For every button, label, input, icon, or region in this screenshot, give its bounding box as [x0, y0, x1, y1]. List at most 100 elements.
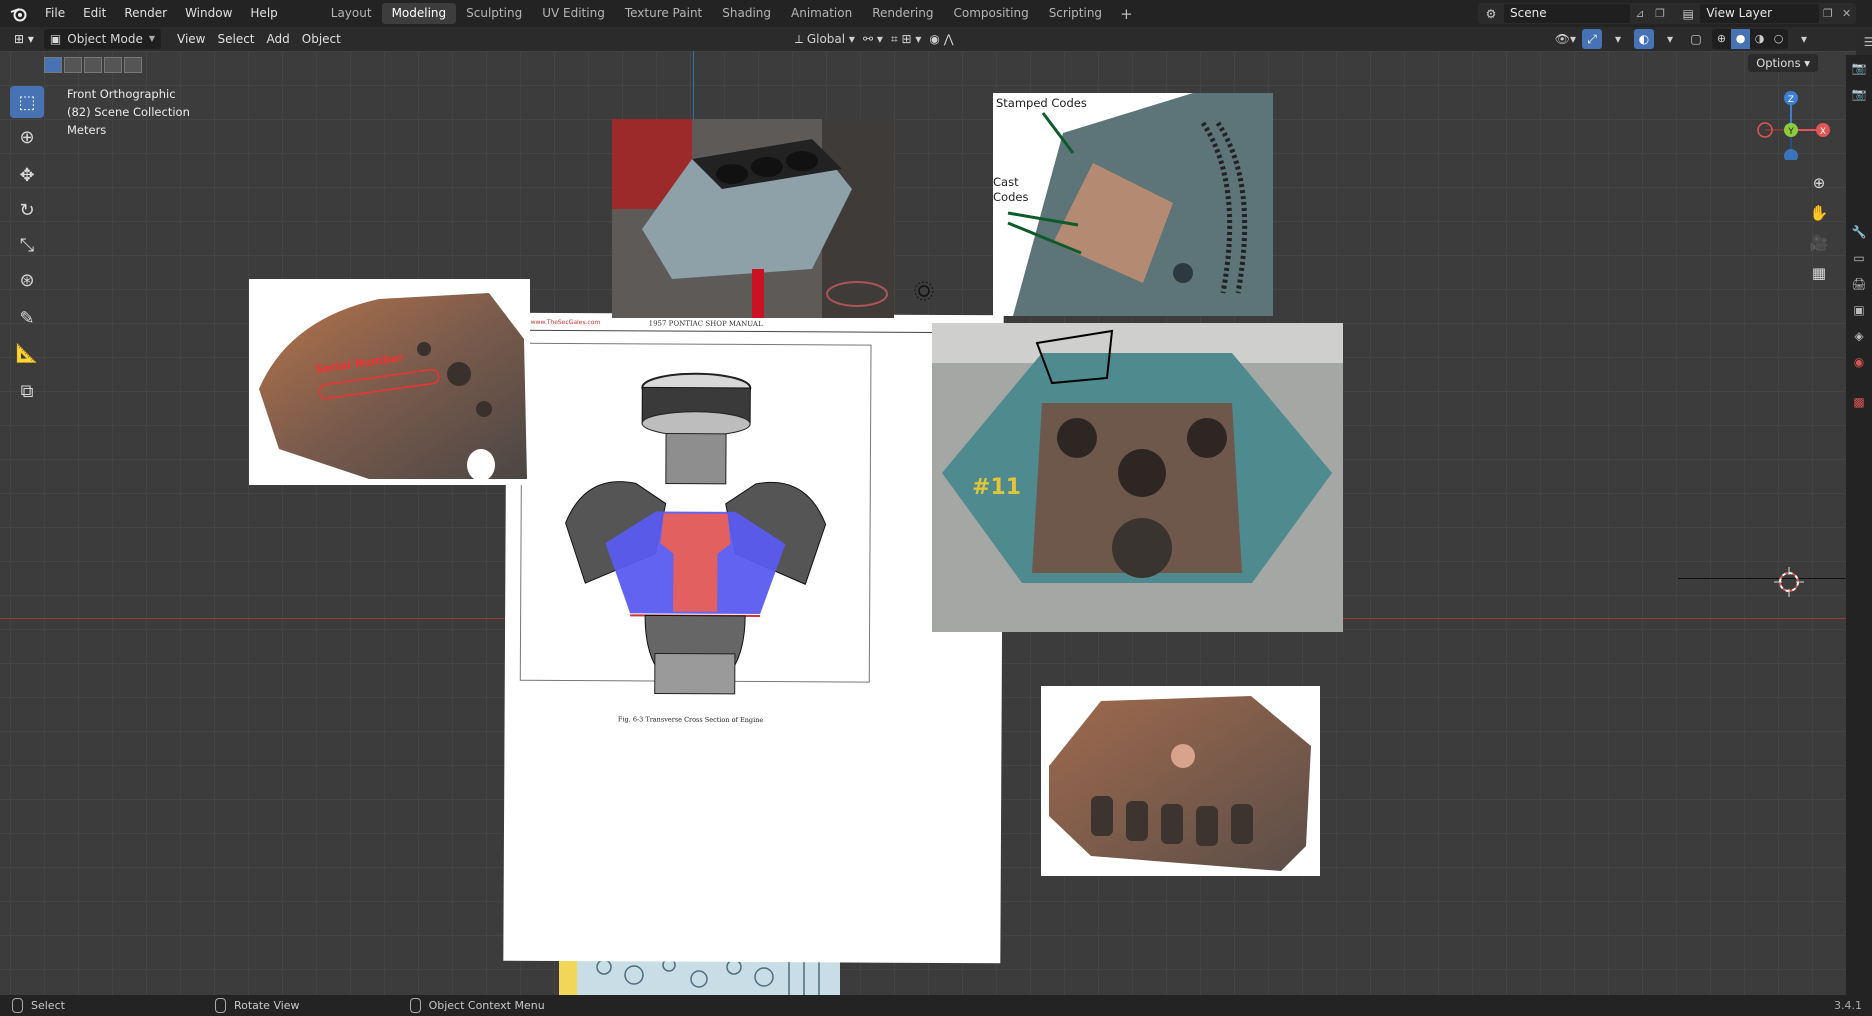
- move-icon[interactable]: ✥: [10, 159, 44, 191]
- reference-image-block-stand[interactable]: [612, 119, 894, 318]
- rotate-icon[interactable]: ↻: [10, 194, 44, 226]
- stamped-codes-label: Stamped Codes: [996, 96, 1087, 110]
- wireframe-shading-icon[interactable]: ⊕: [1712, 29, 1731, 49]
- rendered-shading-icon[interactable]: ○: [1769, 29, 1788, 49]
- options-dropdown[interactable]: Options ▾: [1748, 54, 1818, 72]
- gizmo-x-label: X: [1820, 127, 1826, 137]
- reference-image-rusty-side[interactable]: [1041, 686, 1320, 876]
- close-layer-icon[interactable]: ✕: [1837, 7, 1856, 20]
- menu-edit[interactable]: Edit: [74, 0, 115, 27]
- shading-dropdown-icon[interactable]: ▾: [1794, 29, 1814, 49]
- cast-label: Cast: [993, 175, 1019, 189]
- editor-type-button[interactable]: ⊞ ▾: [8, 29, 40, 49]
- scale-icon[interactable]: ⤡: [10, 229, 44, 261]
- zoom-icon[interactable]: ⊕: [1805, 169, 1833, 197]
- pin-icon[interactable]: ⊿: [1630, 7, 1650, 20]
- camera-output-icon[interactable]: 📷: [1846, 81, 1872, 107]
- view-layer-field[interactable]: View Layer: [1700, 4, 1819, 23]
- status-select-label: Select: [31, 999, 65, 1012]
- menu-render[interactable]: Render: [115, 0, 176, 27]
- tab-texture-paint[interactable]: Texture Paint: [615, 3, 712, 24]
- view-layer-props-icon[interactable]: ▣: [1846, 297, 1872, 323]
- scene-props-icon[interactable]: ◈: [1846, 323, 1872, 349]
- reference-manual-page[interactable]: www.TheSecGales.com 1957 PONTIAC SHOP MA…: [503, 312, 1004, 964]
- proportional-icon[interactable]: ◉ ⋀: [929, 29, 953, 49]
- tab-animation[interactable]: Animation: [781, 3, 862, 24]
- menu-window[interactable]: Window: [176, 0, 241, 27]
- status-rotate-label: Rotate View: [233, 999, 300, 1012]
- pivot-icon[interactable]: ⚯ ▾: [863, 29, 883, 49]
- camera-render-icon[interactable]: 📷: [1846, 55, 1872, 81]
- light-object-icon[interactable]: [912, 279, 936, 303]
- gizmo-icon[interactable]: ⤢: [1582, 29, 1602, 49]
- xray-icon[interactable]: ▢: [1686, 29, 1706, 49]
- view-layer-selector[interactable]: ▤ View Layer ❐ ✕: [1676, 3, 1856, 24]
- tab-rendering[interactable]: Rendering: [862, 3, 943, 24]
- reference-image-codes[interactable]: Stamped Codes Cast Codes: [993, 93, 1273, 316]
- options-label: Options: [1756, 56, 1801, 70]
- select-extend-icon[interactable]: [64, 57, 82, 73]
- menu-file[interactable]: File: [36, 0, 74, 27]
- transform-icon[interactable]: ⊛: [10, 264, 44, 296]
- ortho-grid-icon[interactable]: ▦: [1805, 259, 1833, 287]
- copy-icon[interactable]: ❐: [1650, 7, 1670, 20]
- solid-shading-icon[interactable]: ●: [1731, 29, 1750, 49]
- pan-hand-icon[interactable]: ✋: [1805, 199, 1833, 227]
- world-props-icon[interactable]: ◉: [1846, 349, 1872, 375]
- tab-uv-editing[interactable]: UV Editing: [532, 3, 615, 24]
- annotate-icon[interactable]: ✎: [10, 302, 44, 334]
- mouse-left-icon: [12, 998, 23, 1013]
- block-number-badge: #11: [972, 475, 1022, 500]
- menu-add[interactable]: Add: [261, 29, 296, 49]
- tool-settings-icon[interactable]: 🔧: [1846, 219, 1872, 245]
- tab-shading[interactable]: Shading: [712, 3, 781, 24]
- reference-image-teal-block[interactable]: #11: [932, 323, 1343, 632]
- select-new-icon[interactable]: [44, 57, 62, 73]
- camera-view-icon[interactable]: 🎥: [1805, 229, 1833, 257]
- tab-modeling[interactable]: Modeling: [381, 3, 457, 24]
- add-cube-icon[interactable]: ⧉: [10, 375, 44, 407]
- status-context-label: Object Context Menu: [428, 999, 545, 1012]
- copy-layer-icon[interactable]: ❐: [1819, 7, 1838, 20]
- mode-dropdown[interactable]: ▣ Object Mode ▼: [43, 29, 161, 49]
- menu-view[interactable]: View: [171, 29, 211, 49]
- scene-name-field[interactable]: Scene: [1504, 4, 1630, 23]
- select-invert-icon[interactable]: [104, 57, 122, 73]
- blender-logo-icon[interactable]: [8, 3, 30, 25]
- viewport-display-tools: 👁▾ ⤢ ▾ ◐ ▾ ▢ ⊕ ● ◑ ○ ▾: [1555, 29, 1814, 49]
- tab-scripting[interactable]: Scripting: [1039, 3, 1112, 24]
- outliner-toggle-icon[interactable]: ☰: [1856, 29, 1872, 55]
- menu-help[interactable]: Help: [241, 0, 286, 27]
- engine-cross-section-drawing: [565, 372, 827, 695]
- version-label: 3.4.1: [1834, 999, 1862, 1012]
- visibility-icon[interactable]: 👁▾: [1555, 29, 1576, 49]
- tab-sculpting[interactable]: Sculpting: [456, 3, 532, 24]
- overlay-icon[interactable]: ◐: [1634, 29, 1654, 49]
- add-workspace-button[interactable]: +: [1112, 5, 1141, 23]
- overlay-dropdown-icon[interactable]: ▾: [1660, 29, 1680, 49]
- material-shading-icon[interactable]: ◑: [1750, 29, 1769, 49]
- workspace-tabs: Layout Modeling Sculpting UV Editing Tex…: [321, 0, 1141, 27]
- viewport-header: ⊞ ▾ ▣ Object Mode ▼ View Select Add Obje…: [0, 27, 1856, 51]
- menu-object[interactable]: Object: [296, 29, 347, 49]
- 3d-viewport[interactable]: Front Orthographic (82) Scene Collection…: [0, 51, 1856, 995]
- select-intersect-icon[interactable]: [124, 57, 142, 73]
- texture-props-icon[interactable]: ▩: [1846, 389, 1872, 415]
- snap-icon[interactable]: ⌗ ⊞ ▾: [891, 29, 921, 49]
- codes-label: Codes: [993, 190, 1029, 204]
- gizmo-dropdown-icon[interactable]: ▾: [1608, 29, 1628, 49]
- select-subtract-icon[interactable]: [84, 57, 102, 73]
- navigation-gizmo[interactable]: Z Y X: [1751, 80, 1831, 160]
- reference-image-serial[interactable]: Serial Number: [249, 279, 530, 485]
- cursor-icon[interactable]: ⊕: [10, 121, 44, 153]
- status-context: Object Context Menu: [409, 998, 545, 1013]
- orientation-dropdown[interactable]: ⟂ Global ▾: [795, 29, 855, 49]
- render-props-icon[interactable]: ▭: [1846, 245, 1872, 271]
- tab-compositing[interactable]: Compositing: [943, 3, 1038, 24]
- menu-select[interactable]: Select: [211, 29, 260, 49]
- output-props-icon[interactable]: 🖨: [1846, 271, 1872, 297]
- tab-layout[interactable]: Layout: [321, 3, 382, 24]
- scene-selector[interactable]: ⚙ Scene ⊿ ❐ ✕: [1478, 3, 1700, 24]
- measure-icon[interactable]: 📐: [10, 337, 44, 369]
- select-box-icon[interactable]: ⬚: [10, 86, 44, 118]
